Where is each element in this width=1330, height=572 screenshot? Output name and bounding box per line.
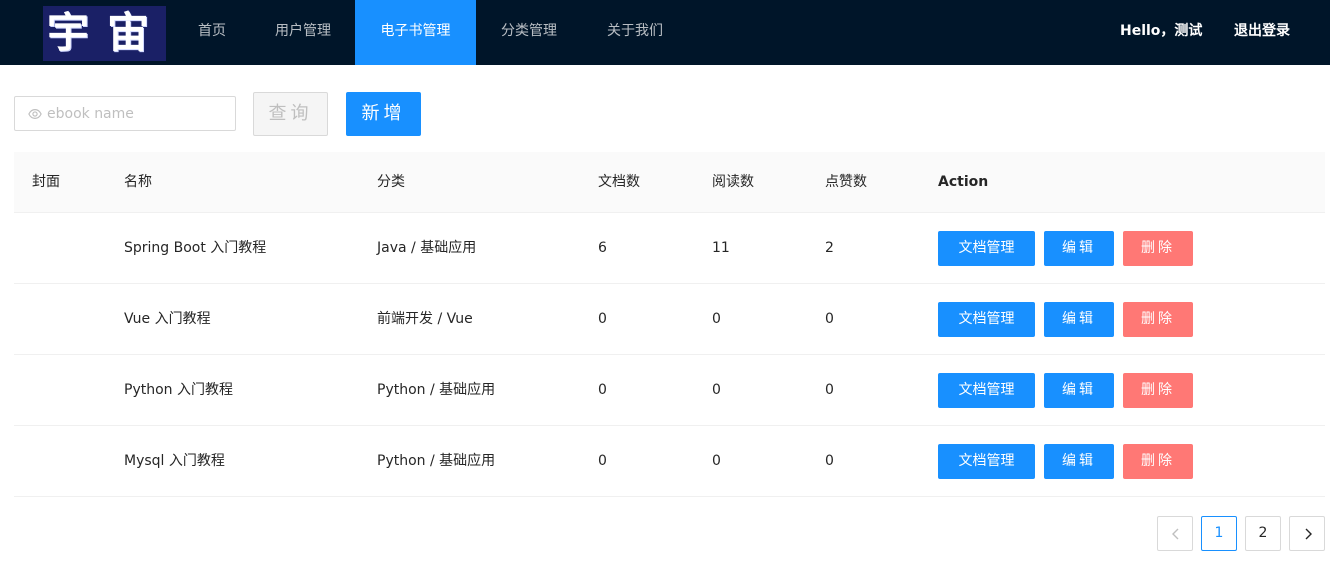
top-navbar: 宇 宙 首页 用户管理 电子书管理 分类管理 关于我们 Hello，测试 退出登… — [0, 0, 1330, 65]
delete-button[interactable]: 删除 — [1123, 302, 1193, 337]
views-cell: 0 — [712, 311, 721, 327]
docs-cell: 0 — [598, 453, 607, 469]
column-header-category: 分类 — [377, 174, 405, 190]
logo-glyph: 宙 — [107, 8, 150, 57]
chevron-right-icon — [1305, 528, 1312, 540]
table-row: Spring Boot 入门教程 Java / 基础应用 6 11 2 文档管理… — [14, 213, 1325, 284]
logout-link[interactable]: 退出登录 — [1234, 0, 1290, 65]
column-header-name: 名称 — [124, 174, 152, 190]
page-1-button[interactable]: 1 — [1201, 516, 1237, 551]
views-cell: 0 — [712, 382, 721, 398]
doc-manage-button[interactable]: 文档管理 — [938, 231, 1035, 266]
next-page-button[interactable] — [1289, 516, 1325, 551]
delete-button[interactable]: 删除 — [1123, 231, 1193, 266]
likes-cell: 0 — [825, 453, 834, 469]
nav-item-home[interactable]: 首页 — [180, 0, 244, 65]
name-cell: Spring Boot 入门教程 — [124, 240, 267, 256]
table-row: Python 入门教程 Python / 基础应用 0 0 0 文档管理 编辑 … — [14, 355, 1325, 426]
views-cell: 11 — [712, 240, 730, 256]
likes-cell: 0 — [825, 382, 834, 398]
docs-cell: 0 — [598, 311, 607, 327]
eye-icon — [28, 109, 42, 119]
docs-cell: 6 — [598, 240, 607, 256]
delete-button[interactable]: 删除 — [1123, 444, 1193, 479]
doc-manage-button[interactable]: 文档管理 — [938, 373, 1035, 408]
views-cell: 0 — [712, 453, 721, 469]
user-greeting: Hello，测试 — [1120, 23, 1203, 39]
edit-button[interactable]: 编辑 — [1044, 444, 1114, 479]
column-header-cover: 封面 — [32, 174, 60, 190]
add-button[interactable]: 新增 — [346, 92, 421, 136]
delete-button[interactable]: 删除 — [1123, 373, 1193, 408]
edit-button[interactable]: 编辑 — [1044, 231, 1114, 266]
chevron-left-icon — [1172, 528, 1179, 540]
doc-manage-button[interactable]: 文档管理 — [938, 302, 1035, 337]
nav-item-ebooks[interactable]: 电子书管理 — [355, 0, 476, 65]
category-cell: 前端开发 / Vue — [377, 311, 473, 327]
table-header: 封面 名称 分类 文档数 阅读数 点赞数 Action — [14, 152, 1325, 213]
nav-item-about[interactable]: 关于我们 — [590, 0, 680, 65]
logo[interactable]: 宇 宙 — [43, 6, 166, 61]
column-header-likes: 点赞数 — [825, 174, 867, 190]
column-header-action: Action — [938, 174, 989, 190]
logo-glyph: 宇 — [47, 8, 90, 57]
page-2-button[interactable]: 2 — [1245, 516, 1281, 551]
edit-button[interactable]: 编辑 — [1044, 373, 1114, 408]
name-cell: Mysql 入门教程 — [124, 453, 225, 469]
category-cell: Java / 基础应用 — [377, 240, 477, 256]
likes-cell: 0 — [825, 311, 834, 327]
column-header-views: 阅读数 — [712, 174, 754, 190]
search-field[interactable] — [14, 96, 236, 131]
table-row: Vue 入门教程 前端开发 / Vue 0 0 0 文档管理 编辑 删除 — [14, 284, 1325, 355]
likes-cell: 2 — [825, 240, 834, 256]
name-cell: Vue 入门教程 — [124, 311, 211, 327]
table-row: Mysql 入门教程 Python / 基础应用 0 0 0 文档管理 编辑 删… — [14, 426, 1325, 497]
category-cell: Python / 基础应用 — [377, 382, 496, 398]
doc-manage-button[interactable]: 文档管理 — [938, 444, 1035, 479]
prev-page-button[interactable] — [1157, 516, 1193, 551]
category-cell: Python / 基础应用 — [377, 453, 496, 469]
name-cell: Python 入门教程 — [124, 382, 233, 398]
column-header-docs: 文档数 — [598, 174, 640, 190]
nav-item-users[interactable]: 用户管理 — [257, 0, 349, 65]
query-button[interactable]: 查询 — [253, 92, 328, 136]
search-input[interactable] — [47, 97, 232, 130]
nav-item-categories[interactable]: 分类管理 — [484, 0, 574, 65]
edit-button[interactable]: 编辑 — [1044, 302, 1114, 337]
docs-cell: 0 — [598, 382, 607, 398]
